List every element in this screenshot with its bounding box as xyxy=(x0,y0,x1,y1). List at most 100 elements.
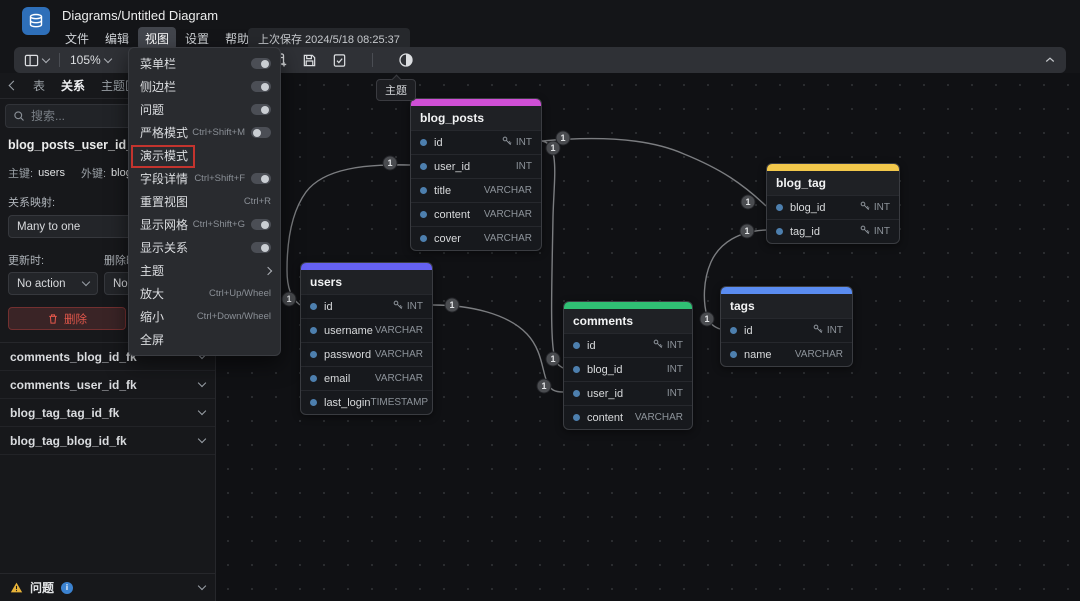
tab-表[interactable]: 表 xyxy=(33,77,45,94)
view-menu-item-right: Ctrl+Shift+G xyxy=(193,219,271,230)
relationship-list-item[interactable]: comments_user_id_fk xyxy=(0,371,215,399)
field-users-last_login[interactable]: last_loginTIMESTAMP xyxy=(301,390,432,414)
field-type: VARCHAR xyxy=(375,373,423,384)
toggle-switch[interactable] xyxy=(251,173,271,184)
layout-options-button[interactable] xyxy=(24,53,49,68)
table-blog_posts[interactable]: blog_postsidINTuser_idINTtitleVARCHARcon… xyxy=(410,98,542,251)
field-meta: TIMESTAMP xyxy=(370,397,428,408)
view-menu-item-严格模式[interactable]: 严格模式Ctrl+Shift+M xyxy=(129,121,280,144)
save-icon xyxy=(302,53,317,68)
table-blog_tag[interactable]: blog_tagblog_idINTtag_idINT xyxy=(766,163,900,244)
view-menu-item-字段详情[interactable]: 字段详情Ctrl+Shift+F xyxy=(129,167,280,190)
cardinality-marker: 1 xyxy=(700,312,714,326)
field-type: VARCHAR xyxy=(484,209,532,220)
view-menu-item-right xyxy=(265,268,271,274)
field-blog_posts-title[interactable]: titleVARCHAR xyxy=(411,178,541,202)
field-meta: INT xyxy=(393,300,423,313)
field-dot xyxy=(420,139,427,146)
field-users-password[interactable]: password VARCHAR xyxy=(301,342,432,366)
field-type: INT xyxy=(874,226,890,237)
toggle-switch[interactable] xyxy=(251,58,271,69)
field-name: title xyxy=(434,185,451,197)
field-comments-blog_id[interactable]: blog_idINT xyxy=(564,357,692,381)
zoom-level-label: 105% xyxy=(70,53,101,67)
toggle-switch[interactable] xyxy=(251,127,271,138)
relationship-item-name: comments_blog_id_fk xyxy=(10,350,137,364)
table-comments[interactable]: commentsidINTblog_idINTuser_idINTcontent… xyxy=(563,301,693,430)
theme-button[interactable] xyxy=(398,52,414,68)
delete-relationship-button[interactable]: 删除 xyxy=(8,307,126,330)
field-blog_posts-cover[interactable]: coverVARCHAR xyxy=(411,226,541,250)
view-menu-item-显示关系[interactable]: 显示关系 xyxy=(129,236,280,259)
view-menu-item-缩小[interactable]: 缩小Ctrl+Down/Wheel xyxy=(129,305,280,328)
view-menu-item-主题[interactable]: 主题 xyxy=(129,259,280,282)
tab-关系[interactable]: 关系 xyxy=(61,77,85,94)
field-users-email[interactable]: emailVARCHAR xyxy=(301,366,432,390)
view-menu-item-label: 菜单栏 xyxy=(140,55,176,72)
relationship-line-comments_blog_id_fk[interactable] xyxy=(542,141,563,368)
field-blog_tag-tag_id[interactable]: tag_idINT xyxy=(767,219,899,243)
svg-text:1: 1 xyxy=(745,197,750,207)
search-icon xyxy=(13,110,25,122)
relationship-list-item[interactable]: blog_tag_tag_id_fk xyxy=(0,399,215,427)
todo-list-button[interactable] xyxy=(332,53,347,68)
primary-key-icon-wrap xyxy=(502,136,512,149)
view-menu-item-显示网格[interactable]: 显示网格Ctrl+Shift+G xyxy=(129,213,280,236)
on-update-select[interactable]: No action xyxy=(8,272,98,295)
view-menu-item-label: 问题 xyxy=(140,101,164,118)
table-users[interactable]: usersidINTusernameVARCHARpasswordVARCHAR… xyxy=(300,262,433,415)
field-blog_posts-user_id[interactable]: user_idINT xyxy=(411,154,541,178)
primary-key-icon-wrap xyxy=(813,324,823,337)
field-blog_posts-content[interactable]: contentVARCHAR xyxy=(411,202,541,226)
field-blog_posts-id[interactable]: idINT xyxy=(411,130,541,154)
field-comments-id[interactable]: idINT xyxy=(564,333,692,357)
field-dot xyxy=(310,303,317,310)
field-dot xyxy=(573,390,580,397)
toolbar-divider xyxy=(59,53,60,67)
app-logo[interactable] xyxy=(22,7,50,35)
view-menu-item-侧边栏[interactable]: 侧边栏 xyxy=(129,75,280,98)
view-menu-item-放大[interactable]: 放大Ctrl+Up/Wheel xyxy=(129,282,280,305)
field-type: INT xyxy=(516,137,532,148)
toggle-switch[interactable] xyxy=(251,219,271,230)
save-button[interactable] xyxy=(302,53,317,68)
field-tags-name[interactable]: nameVARCHAR xyxy=(721,342,852,366)
zoom-control[interactable]: 105% xyxy=(70,53,111,67)
table-tags[interactable]: tagsidINTnameVARCHAR xyxy=(720,286,853,367)
relationship-list-item[interactable]: blog_tag_blog_id_fk xyxy=(0,427,215,455)
view-menu-item-演示模式[interactable]: 演示模式 xyxy=(129,144,280,167)
field-name: blog_id xyxy=(790,202,825,214)
theme-tooltip: 主题 xyxy=(376,79,416,101)
toggle-switch[interactable] xyxy=(251,104,271,115)
primary-key-value: users xyxy=(38,167,65,179)
field-blog_tag-blog_id[interactable]: blog_idINT xyxy=(767,195,899,219)
view-menu-item-全屏[interactable]: 全屏 xyxy=(129,328,280,351)
toolbar-icon-group xyxy=(271,52,414,68)
on-update-label: 更新时: xyxy=(8,252,104,268)
field-comments-user_id[interactable]: user_idINT xyxy=(564,381,692,405)
diagram-canvas[interactable]: 1111111111 blog_postsidINTuser_idINTtitl… xyxy=(216,73,1080,601)
field-type: VARCHAR xyxy=(375,325,423,336)
cardinality-marker: 1 xyxy=(445,298,459,312)
field-users-username[interactable]: usernameVARCHAR xyxy=(301,318,432,342)
field-dot xyxy=(776,204,783,211)
field-users-id[interactable]: idINT xyxy=(301,294,432,318)
primary-key-icon-wrap xyxy=(860,225,870,238)
field-meta: VARCHAR xyxy=(375,349,423,360)
field-tags-id[interactable]: idINT xyxy=(721,318,852,342)
relationship-line-blog_tag_blog_id_fk[interactable] xyxy=(542,139,766,206)
field-type: VARCHAR xyxy=(375,349,423,360)
field-name: password xyxy=(324,349,371,361)
view-menu-item-问题[interactable]: 问题 xyxy=(129,98,280,121)
issues-bar[interactable]: 问题 i xyxy=(0,573,215,601)
field-comments-content[interactable]: contentVARCHAR xyxy=(564,405,692,429)
svg-text:1: 1 xyxy=(550,354,555,364)
collapse-sidebar-icon[interactable] xyxy=(9,81,19,91)
field-dot xyxy=(310,399,317,406)
view-menu-item-right: Ctrl+Shift+F xyxy=(194,173,271,184)
view-menu-item-重置视图[interactable]: 重置视图Ctrl+R xyxy=(129,190,280,213)
toggle-switch[interactable] xyxy=(251,242,271,253)
view-menu-item-菜单栏[interactable]: 菜单栏 xyxy=(129,52,280,75)
toggle-switch[interactable] xyxy=(251,81,271,92)
collapse-toolbar-button[interactable] xyxy=(1044,54,1056,66)
